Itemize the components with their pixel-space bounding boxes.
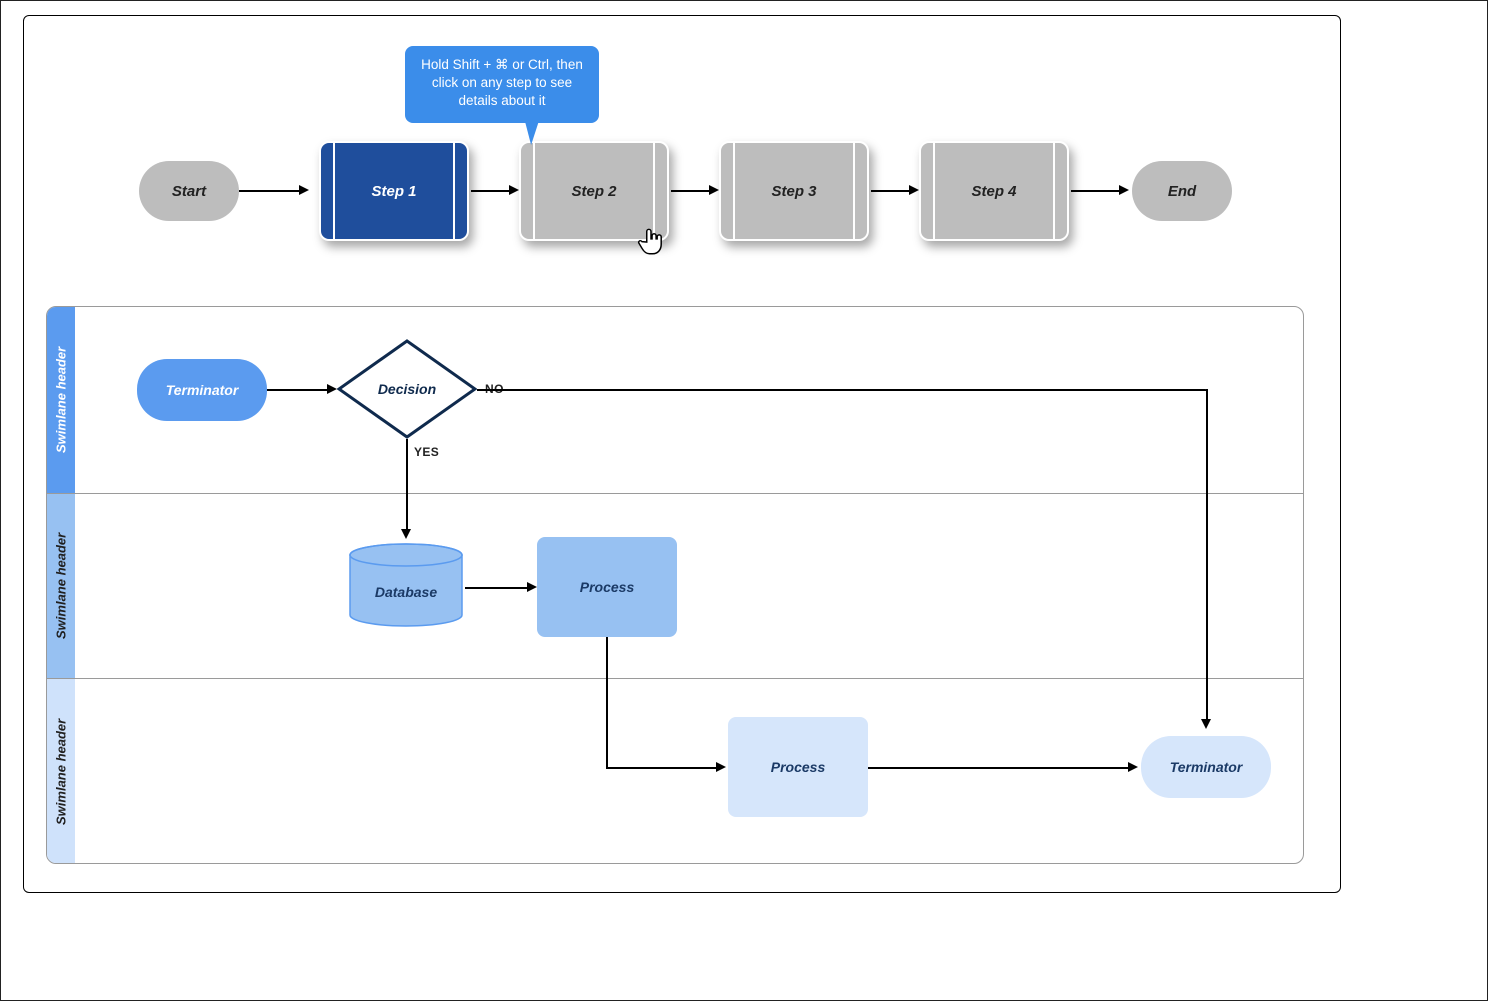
terminator-label: Terminator	[166, 382, 239, 398]
connector	[471, 190, 509, 192]
process-node-2[interactable]: Process	[728, 717, 868, 817]
connector	[239, 190, 299, 192]
step-label: Step 1	[371, 183, 416, 200]
step-label: Step 2	[571, 183, 616, 200]
decision-node[interactable]: Decision	[337, 339, 477, 439]
connector	[465, 587, 527, 589]
arrow-right-icon	[709, 185, 719, 195]
database-node[interactable]: Database	[347, 543, 465, 631]
diagram-frame: Start Step 1 Step 2 Step 3 Step 4	[23, 15, 1341, 893]
arrow-right-icon	[327, 384, 337, 394]
end-terminator[interactable]: End	[1132, 161, 1232, 221]
arrow-down-icon	[1201, 719, 1211, 729]
connector	[406, 439, 408, 529]
start-label: Start	[172, 183, 206, 200]
connector	[606, 637, 608, 767]
diagram-canvas[interactable]: Start Step 1 Step 2 Step 3 Step 4	[24, 16, 1340, 892]
swimlane-header-1[interactable]: Swimlane header	[47, 307, 75, 493]
step-node-4[interactable]: Step 4	[919, 141, 1069, 241]
decision-label: Decision	[378, 381, 436, 397]
swimlane-container: Swimlane header Swimlane header Swimlane…	[46, 306, 1304, 864]
process-node-1[interactable]: Process	[537, 537, 677, 637]
connector	[868, 767, 1128, 769]
lane-header-label: Swimlane header	[54, 347, 69, 453]
step-node-3[interactable]: Step 3	[719, 141, 869, 241]
hint-tooltip: Hold Shift + ⌘ or Ctrl, then click on an…	[405, 46, 599, 123]
arrow-right-icon	[299, 185, 309, 195]
connector	[671, 190, 709, 192]
arrow-right-icon	[509, 185, 519, 195]
swimlane-header-2[interactable]: Swimlane header	[47, 494, 75, 678]
arrow-right-icon	[1119, 185, 1129, 195]
swimlane-3: Swimlane header	[47, 679, 1303, 864]
arrow-right-icon	[716, 762, 726, 772]
connector	[1206, 389, 1208, 719]
step-node-1[interactable]: Step 1	[319, 141, 469, 241]
step-label: Step 3	[771, 183, 816, 200]
process-label: Process	[580, 579, 634, 595]
lane-header-label: Swimlane header	[54, 533, 69, 639]
terminator-end[interactable]: Terminator	[1141, 736, 1271, 798]
connector	[606, 767, 716, 769]
connector	[477, 389, 1207, 391]
arrow-right-icon	[1128, 762, 1138, 772]
database-label: Database	[375, 584, 437, 600]
start-terminator[interactable]: Start	[139, 161, 239, 221]
connector	[871, 190, 909, 192]
swimlane-header-3[interactable]: Swimlane header	[47, 679, 75, 864]
connector	[1071, 190, 1119, 192]
step-label: Step 4	[971, 183, 1016, 200]
arrow-down-icon	[401, 529, 411, 539]
connector	[267, 389, 327, 391]
terminator-start[interactable]: Terminator	[137, 359, 267, 421]
end-label: End	[1168, 183, 1196, 200]
arrow-right-icon	[909, 185, 919, 195]
process-label: Process	[771, 759, 825, 775]
page: Start Step 1 Step 2 Step 3 Step 4	[0, 0, 1488, 1001]
terminator-label: Terminator	[1170, 759, 1243, 775]
tooltip-text: Hold Shift + ⌘ or Ctrl, then click on an…	[421, 57, 583, 108]
pointer-cursor-icon	[634, 224, 668, 258]
lane-header-label: Swimlane header	[54, 719, 69, 825]
decision-yes-label: YES	[414, 445, 439, 459]
arrow-right-icon	[527, 582, 537, 592]
